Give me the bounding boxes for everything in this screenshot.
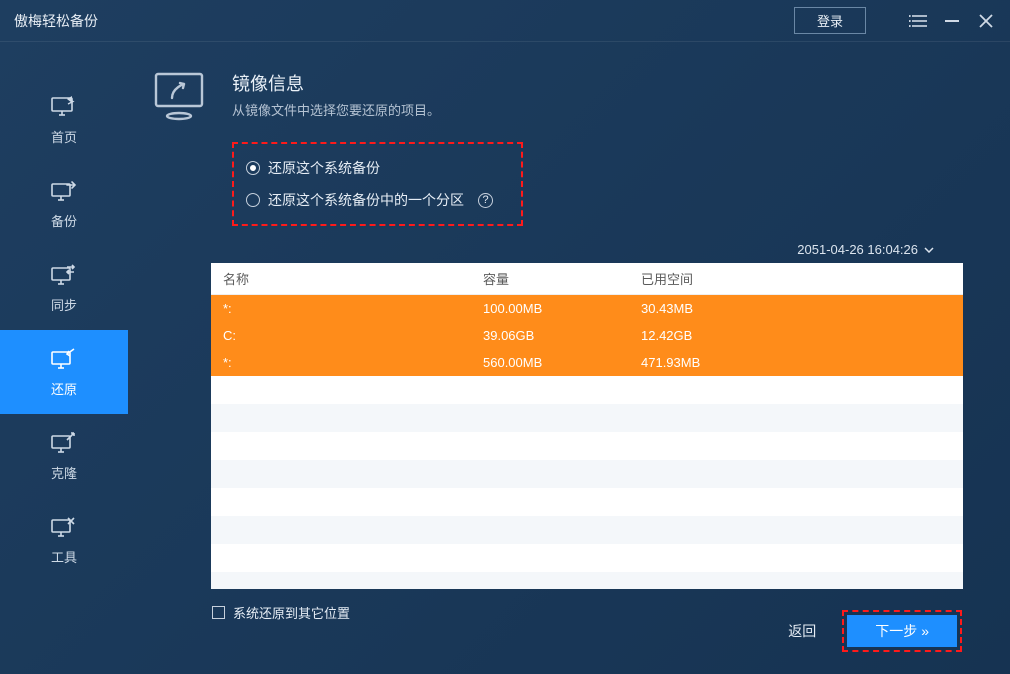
- cell-used: 471.93MB: [629, 349, 963, 376]
- close-icon[interactable]: [976, 11, 996, 31]
- page-header: 镜像信息 从镜像文件中选择您要还原的项目。: [150, 70, 962, 124]
- titlebar: 傲梅轻松备份 登录: [0, 0, 1010, 42]
- radio-restore-full[interactable]: 还原这个系统备份: [242, 152, 497, 184]
- radio-icon: [246, 193, 260, 207]
- sidebar-item-restore[interactable]: 还原: [0, 330, 128, 414]
- sidebar-item-label: 备份: [51, 211, 77, 230]
- sidebar-item-clone[interactable]: 克隆: [0, 414, 128, 498]
- sidebar-item-tools[interactable]: 工具: [0, 498, 128, 582]
- app-title: 傲梅轻松备份: [14, 11, 98, 31]
- table-row-empty: [211, 376, 963, 404]
- table-row-empty: [211, 488, 963, 516]
- table-row-empty: [211, 432, 963, 460]
- cell-used: 12.42GB: [629, 322, 963, 349]
- radio-restore-partition[interactable]: 还原这个系统备份中的一个分区 ?: [242, 184, 497, 216]
- bottom-actions: 返回 下一步 »: [788, 610, 962, 652]
- sidebar-item-label: 工具: [51, 547, 77, 566]
- checkbox-label: 系统还原到其它位置: [233, 603, 350, 622]
- minimize-icon[interactable]: [942, 11, 962, 31]
- restore-icon: [50, 347, 78, 371]
- sidebar-item-home[interactable]: 首页: [0, 78, 128, 162]
- table-header-row: 名称 容量 已用空间: [211, 263, 963, 295]
- table-row-empty: [211, 572, 963, 589]
- table-row[interactable]: C: 39.06GB 12.42GB: [211, 322, 963, 349]
- timestamp-dropdown[interactable]: 2051-04-26 16:04:26: [150, 242, 934, 257]
- table-row-empty: [211, 404, 963, 432]
- cell-name: *:: [211, 295, 471, 323]
- checkbox-icon: [212, 606, 225, 619]
- clone-icon: [50, 431, 78, 455]
- cell-capacity: 39.06GB: [471, 322, 629, 349]
- image-info-icon: [150, 70, 212, 124]
- content-area: 镜像信息 从镜像文件中选择您要还原的项目。 还原这个系统备份 还原这个系统备份中…: [128, 42, 1010, 674]
- home-icon: [50, 95, 78, 119]
- radio-icon: [246, 161, 260, 175]
- cell-capacity: 560.00MB: [471, 349, 629, 376]
- menu-list-icon[interactable]: [908, 11, 928, 31]
- page-title: 镜像信息: [232, 70, 440, 96]
- page-subtitle: 从镜像文件中选择您要还原的项目。: [232, 100, 440, 119]
- back-button[interactable]: 返回: [788, 621, 816, 641]
- next-button-label: 下一步: [875, 621, 917, 641]
- partition-table: 名称 容量 已用空间 *: 100.00MB 30.43MB C: 39.06G…: [211, 263, 963, 589]
- cell-capacity: 100.00MB: [471, 295, 629, 323]
- radio-label: 还原这个系统备份: [268, 158, 380, 178]
- radio-label: 还原这个系统备份中的一个分区: [268, 190, 464, 210]
- tools-icon: [50, 515, 78, 539]
- cell-name: C:: [211, 322, 471, 349]
- next-button-highlight: 下一步 »: [842, 610, 962, 652]
- col-used: 已用空间: [629, 263, 963, 295]
- sidebar-item-label: 首页: [51, 127, 77, 146]
- sync-icon: [50, 263, 78, 287]
- login-button[interactable]: 登录: [794, 7, 866, 34]
- timestamp-text: 2051-04-26 16:04:26: [797, 242, 918, 257]
- double-chevron-right-icon: »: [921, 623, 929, 639]
- table-row-empty: [211, 460, 963, 488]
- sidebar-item-sync[interactable]: 同步: [0, 246, 128, 330]
- sidebar-item-label: 同步: [51, 295, 77, 314]
- table-row[interactable]: *: 560.00MB 471.93MB: [211, 349, 963, 376]
- sidebar-item-label: 还原: [51, 379, 77, 398]
- col-capacity: 容量: [471, 263, 629, 295]
- sidebar: 首页 备份 同步 还原 克隆: [0, 42, 128, 674]
- table-row-empty: [211, 544, 963, 572]
- cell-name: *:: [211, 349, 471, 376]
- next-button[interactable]: 下一步 »: [847, 615, 957, 647]
- cell-used: 30.43MB: [629, 295, 963, 323]
- restore-options-highlight: 还原这个系统备份 还原这个系统备份中的一个分区 ?: [232, 142, 523, 226]
- sidebar-item-label: 克隆: [51, 463, 77, 482]
- chevron-down-icon: [924, 247, 934, 253]
- col-name: 名称: [211, 263, 471, 295]
- table-row-empty: [211, 516, 963, 544]
- backup-icon: [50, 179, 78, 203]
- table-row[interactable]: *: 100.00MB 30.43MB: [211, 295, 963, 323]
- sidebar-item-backup[interactable]: 备份: [0, 162, 128, 246]
- help-icon[interactable]: ?: [478, 193, 493, 208]
